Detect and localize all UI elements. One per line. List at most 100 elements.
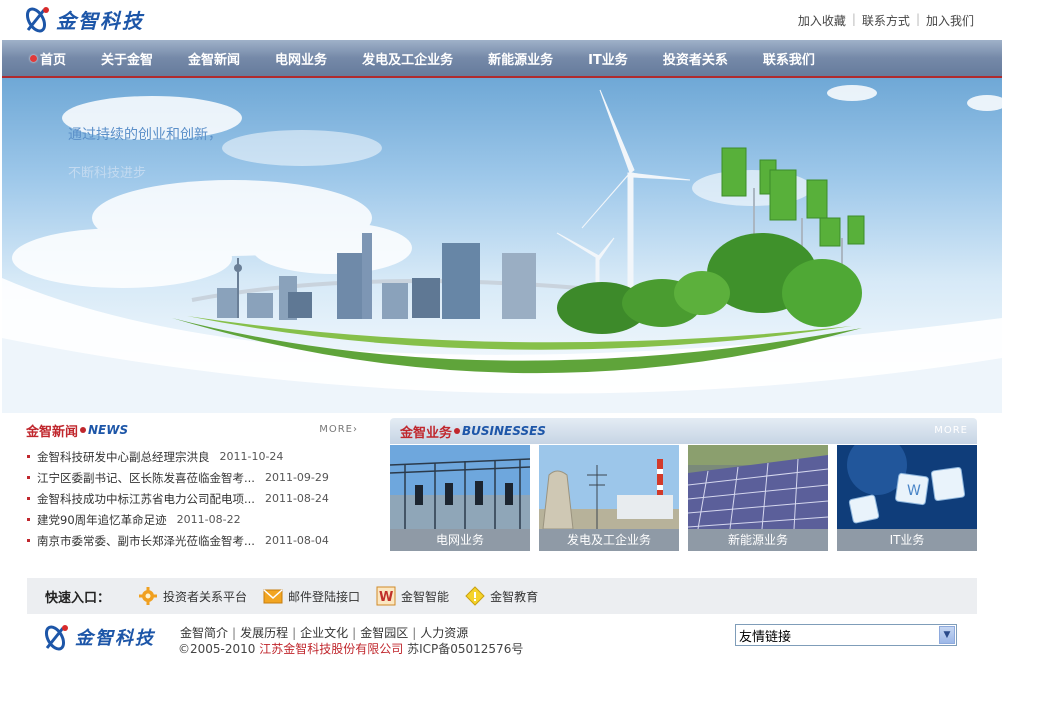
business-card-label: 电网业务 — [390, 529, 530, 551]
divider: | — [292, 626, 297, 640]
footer-link-history[interactable]: 发展历程 — [240, 626, 288, 640]
business-card-label: IT业务 — [837, 529, 977, 551]
divider: | — [232, 626, 237, 640]
quick-item-label: 投资者关系平台 — [163, 589, 248, 604]
bullet-icon — [454, 428, 461, 434]
quick-entry-bar: 快速入口： 投资者关系平台 邮件登陆接口 W 金智智能 金智教育 — [27, 578, 977, 614]
bullet-icon — [27, 539, 30, 542]
business-card-label: 发电及工企业务 — [539, 529, 679, 551]
logo-icon — [25, 7, 49, 33]
footer-logo-text: 金智科技 — [75, 628, 155, 649]
news-item-title: 金智科技研发中心副总经理宗洪良 — [37, 449, 210, 464]
business-card-power-industry[interactable]: 发电及工企业务 — [539, 445, 679, 551]
substation-photo — [390, 445, 530, 529]
nav-item-it[interactable]: IT业务 — [588, 49, 628, 68]
news-more-link[interactable]: MORE› — [319, 424, 358, 435]
business-card-new-energy[interactable]: 新能源业务 — [688, 445, 828, 551]
diamond-icon — [465, 586, 485, 606]
news-item-date: 2011-08-22 — [176, 513, 241, 526]
list-item[interactable]: 金智科技研发中心副总经理宗洪良 2011-10-24 — [26, 446, 358, 467]
footer-link-intro[interactable]: 金智简介 — [180, 626, 228, 640]
nav-item-label: 首页 — [40, 52, 67, 68]
footer-link-hr[interactable]: 人力资源 — [420, 626, 468, 640]
more-label: MORE — [319, 424, 353, 435]
divider: | — [915, 12, 920, 26]
gear-icon — [139, 587, 158, 605]
news-title-cn: 金智新闻 — [26, 424, 79, 440]
svg-text:W: W — [379, 590, 393, 605]
friendly-links-select[interactable]: 友情链接 ▼ — [735, 624, 957, 646]
quick-item-smart[interactable]: W 金智智能 — [376, 586, 449, 606]
business-card-it[interactable]: W IT业务 — [837, 445, 977, 551]
news-section: 金智新闻 NEWS MORE› 金智科技研发中心副总经理宗洪良 2011-10-2… — [26, 418, 358, 551]
nav-item-grid-business[interactable]: 电网业务 — [275, 49, 327, 68]
chevron-right-icon: › — [353, 424, 358, 435]
quick-item-label: 金智智能 — [401, 589, 450, 604]
logo-text: 金智科技 — [56, 8, 144, 33]
it-cubes-photo: W — [837, 445, 977, 529]
bullet-icon — [27, 476, 30, 479]
nav-item-new-energy[interactable]: 新能源业务 — [488, 49, 553, 68]
list-item[interactable]: 江宁区委副书记、区长陈发喜莅临金智考... 2011-09-29 — [26, 467, 358, 488]
svg-text:W: W — [907, 483, 921, 499]
business-card-grid[interactable]: 电网业务 — [390, 445, 530, 551]
news-item-title: 金智科技成功中标江苏省电力公司配电项... — [37, 491, 255, 506]
business-title-cn: 金智业务 — [400, 425, 453, 441]
footer: 金智科技 金智简介 | 发展历程 | 企业文化 | 金智园区 | 人力资源 ©2005-2010… — [27, 614, 977, 656]
news-item-title: 建党90周年追忆革命足迹 — [37, 512, 167, 527]
news-section-title: 金智新闻 NEWS MORE› — [26, 418, 358, 442]
nav-item-power-industry[interactable]: 发电及工企业务 — [362, 49, 453, 68]
header: 金智科技 加入收藏 | 联系方式 | 加入我们 — [0, 0, 1002, 40]
w-logo-icon: W — [376, 586, 396, 606]
top-links: 加入收藏 | 联系方式 | 加入我们 — [798, 12, 974, 29]
business-section-title: 金智业务 BUSINESSES MORE — [390, 418, 977, 444]
list-item[interactable]: 建党90周年追忆革命足迹 2011-08-22 — [26, 509, 358, 530]
nav-item-news[interactable]: 金智新闻 — [188, 49, 240, 68]
news-title-en: NEWS — [88, 423, 129, 437]
logo[interactable]: 金智科技 — [24, 2, 144, 36]
main-nav: 首页 关于金智 金智新闻 电网业务 发电及工企业务 新能源业务 IT业务 投资者… — [2, 40, 1002, 78]
news-item-date: 2011-08-24 — [264, 492, 329, 505]
news-list: 金智科技研发中心副总经理宗洪良 2011-10-24 江宁区委副书记、区长陈发喜莅… — [26, 446, 358, 551]
footer-logo[interactable]: 金智科技 — [43, 622, 155, 652]
footer-link-campus[interactable]: 金智园区 — [360, 626, 408, 640]
copyright-years: ©2005-2010 — [178, 642, 256, 656]
company-name[interactable]: 江苏金智科技股份有限公司 — [259, 642, 403, 656]
nav-item-contact[interactable]: 联系我们 — [763, 49, 815, 68]
nav-item-home[interactable]: 首页 — [30, 49, 66, 68]
copyright: ©2005-2010 江苏金智科技股份有限公司 苏ICP备05012576号 — [178, 640, 523, 657]
business-card-label: 新能源业务 — [688, 529, 828, 551]
business-section: 金智业务 BUSINESSES MORE 电网业务 发电及工企业务 新能源业务 … — [390, 418, 977, 553]
logo-icon — [44, 625, 68, 651]
quick-item-label: 邮件登陆接口 — [288, 589, 361, 604]
select-value: 友情链接 — [739, 629, 792, 645]
quick-item-education[interactable]: 金智教育 — [465, 586, 538, 606]
solar-panel-photo — [688, 445, 828, 529]
quick-item-mail-login[interactable]: 邮件登陆接口 — [263, 586, 360, 606]
mail-icon — [263, 589, 283, 604]
hero-banner: 通过持续的创业和创新， 不断科技进步 — [2, 78, 1002, 413]
banner-slogan-secondary: 不断科技进步 — [68, 166, 147, 181]
icp-number: 苏ICP备05012576号 — [407, 642, 524, 656]
quick-item-investor-platform[interactable]: 投资者关系平台 — [138, 586, 247, 606]
business-cards: 电网业务 发电及工企业务 新能源业务 W IT业务 — [390, 445, 977, 551]
join-us-link[interactable]: 加入我们 — [926, 12, 974, 29]
list-item[interactable]: 金智科技成功中标江苏省电力公司配电项... 2011-08-24 — [26, 488, 358, 509]
news-item-date: 2011-08-04 — [264, 534, 329, 547]
banner-slogan: 通过持续的创业和创新， — [68, 127, 222, 143]
add-favorite-link[interactable]: 加入收藏 — [798, 12, 846, 29]
footer-links: 金智简介 | 发展历程 | 企业文化 | 金智园区 | 人力资源 — [180, 624, 468, 641]
footer-link-culture[interactable]: 企业文化 — [300, 626, 348, 640]
nav-item-investor[interactable]: 投资者关系 — [663, 49, 728, 68]
divider: | — [412, 626, 417, 640]
contact-link[interactable]: 联系方式 — [862, 12, 910, 29]
chevron-down-icon[interactable]: ▼ — [939, 626, 955, 644]
quick-entry-title: 快速入口： — [45, 590, 111, 606]
business-more-link[interactable]: MORE — [934, 425, 968, 436]
nav-item-about[interactable]: 关于金智 — [101, 49, 153, 68]
news-item-date: 2011-09-29 — [264, 471, 329, 484]
news-item-date: 2011-10-24 — [219, 450, 284, 463]
list-item[interactable]: 南京市委常委、副市长郑泽光莅临金智考... 2011-08-04 — [26, 530, 358, 551]
bullet-icon — [27, 497, 30, 500]
bullet-icon — [30, 54, 37, 62]
